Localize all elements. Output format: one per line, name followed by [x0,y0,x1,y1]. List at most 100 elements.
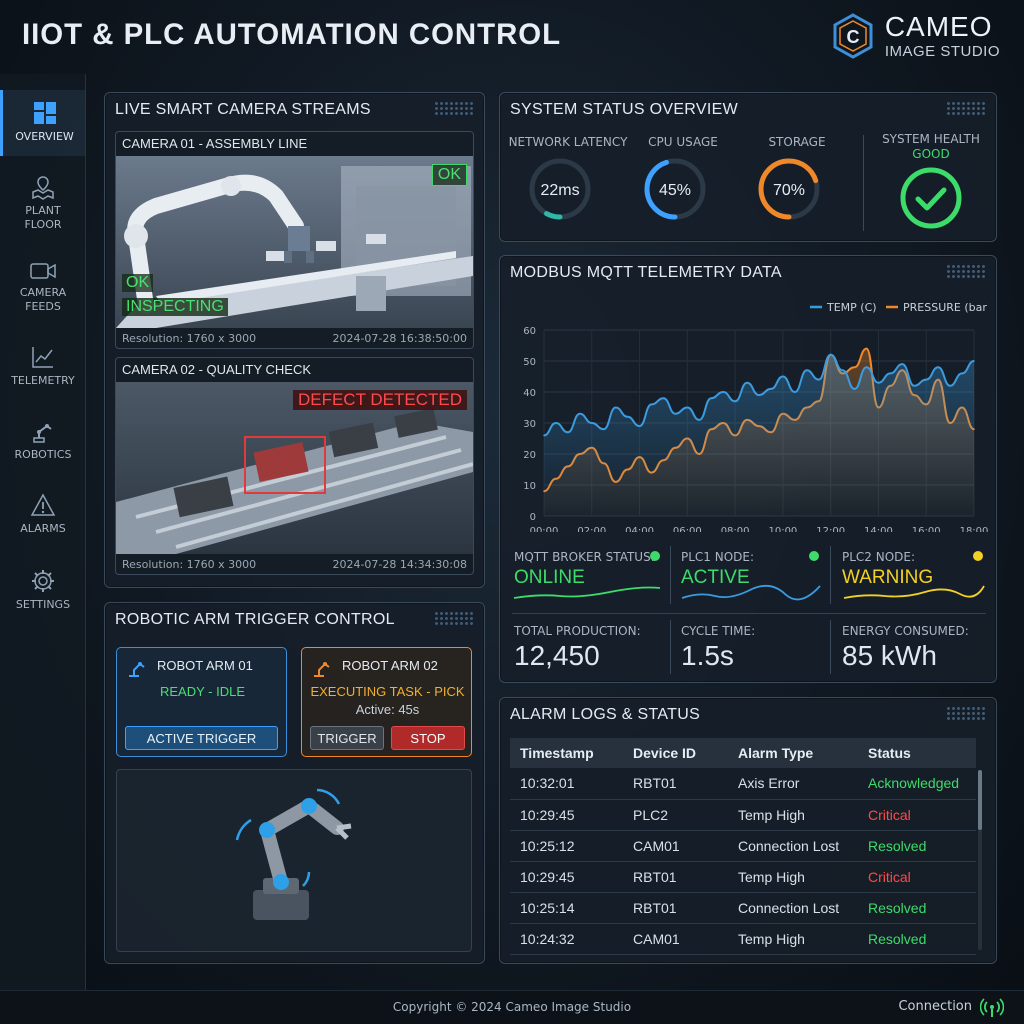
table-row[interactable]: 10:25:12 CAM01 Connection Lost Resolved [510,830,976,862]
plc1-label: PLC1 NODE: [681,550,755,564]
stop-button[interactable]: STOP [391,726,465,750]
plc1-status-dot [809,551,819,561]
check-circle-icon [900,167,962,229]
scrollbar-thumb[interactable] [978,770,982,830]
data-point [590,422,593,424]
sidebar-item-camera-feeds[interactable]: CAMERA FEEDS [0,260,86,330]
timestamp-cell: 10:29:45 [510,799,623,831]
status-cell: Acknowledged [858,768,976,800]
sidebar-item-label: OVERVIEW [15,130,74,143]
data-point [913,385,916,387]
sidebar-item-settings[interactable]: SETTINGS [0,568,86,624]
connection-label[interactable]: Connection [898,999,972,1014]
data-point [865,347,868,350]
robot-arm-visual [116,769,472,952]
x-tick-label: 04:00 [625,526,654,532]
data-point [901,363,904,365]
x-tick-label: 08:00 [721,526,750,532]
panel-dots-decoration [434,101,474,117]
broker-status-label: MQTT BROKER STATUS: [514,550,655,564]
robot-arm-icon [33,424,52,443]
table-row[interactable]: 10:24:32 CAM01 Temp High Resolved [510,923,976,955]
alarm-type-cell: Connection Lost [728,830,858,862]
plc2-label: PLC2 NODE: [842,550,916,564]
data-point [674,412,677,415]
video-camera-icon [30,263,56,279]
table-row[interactable]: 10:29:45 PLC2 Temp High Critical [510,799,976,831]
inspecting-badge: INSPECTING [122,298,228,316]
timestamp-cell: 10:24:32 [510,923,623,955]
status-cell: Resolved [858,830,976,862]
gear-icon [32,570,54,592]
data-point [829,354,832,356]
table-row[interactable]: 10:25:14 RBT01 Connection Lost Resolved [510,892,976,924]
data-point [662,397,665,399]
trigger-button[interactable]: TRIGGER [310,726,384,750]
camera-01-feed[interactable]: CAMERA 01 - ASSEMBLY LINE OK OK INSPECTI… [115,131,474,349]
column-header[interactable]: Alarm Type [728,738,858,768]
data-point [746,381,748,384]
y-tick-label: 30 [523,419,536,430]
column-header[interactable]: Timestamp [510,738,623,768]
table-row[interactable]: 10:32:01 RBT01 Axis Error Acknowledged [510,768,976,800]
x-tick-label: 14:00 [864,526,893,532]
column-header[interactable]: Status [858,738,976,768]
panel-title: ALARM LOGS & STATUS [510,706,701,723]
camera-streams-panel: LIVE SMART CAMERA STREAMS CAMERA 01 - AS… [104,92,485,588]
camera-resolution: Resolution: 1760 x 3000 [122,558,257,571]
timestamp-cell: 10:25:14 [510,892,623,924]
x-tick-label: 10:00 [768,526,797,532]
x-tick-label: 02:00 [577,526,606,532]
data-point [877,381,880,384]
health-label: SYSTEM HEALTH [882,132,980,146]
data-point [602,428,605,430]
data-point [650,403,653,406]
data-point [889,372,892,375]
sidebar-item-plant-floor[interactable]: PLANT FLOOR [0,174,86,244]
logo-main-text: CAMEO [884,11,993,42]
sidebar-item-overview[interactable]: OVERVIEW [0,90,86,156]
data-point [961,372,963,375]
alarm-type-cell: Connection Lost [728,892,858,924]
camera-resolution: Resolution: 1760 x 3000 [122,332,257,345]
alarm-type-cell: Temp High [728,799,858,831]
divider [512,613,986,614]
timestamp-cell: 10:32:01 [510,768,623,800]
robot-state: EXECUTING TASK - PICK [310,684,465,699]
data-point [805,369,808,372]
data-point [555,422,557,424]
data-point [543,434,545,437]
data-point [865,366,868,368]
robot-arm-icon [314,662,330,677]
camera-title: CAMERA 02 - QUALITY CHECK [122,362,312,377]
active-trigger-button[interactable]: ACTIVE TRIGGER [125,726,278,750]
divider [670,620,671,674]
y-tick-label: 0 [530,512,536,523]
robotic-arm-panel: ROBOTIC ARM TRIGGER CONTROL ROBOT ARM 01… [104,602,485,964]
sidebar-item-telemetry[interactable]: TELEMETRY [0,344,86,400]
camera-02-feed[interactable]: CAMERA 02 - QUALITY CHECK DEFECT DETECTE… [115,357,474,575]
robot-arm-illustration [235,788,352,920]
status-gauges: 22ms 45% 70% [529,158,820,220]
data-point [579,412,581,415]
gauge-divider [863,135,864,231]
data-point [770,388,772,390]
warning-icon [30,493,56,516]
table-row[interactable]: 10:29:45 RBT01 Temp High Critical [510,861,976,893]
device-id-cell: RBT01 [623,892,728,924]
plc2-status-dot [973,551,983,561]
scrollbar-track[interactable] [978,770,982,950]
column-header[interactable]: Device ID [623,738,728,768]
data-point [949,385,951,387]
data-point [853,388,856,390]
timestamp-cell: 10:29:45 [510,861,623,893]
data-point [758,394,760,396]
sidebar-item-label: PLANT FLOOR [24,204,62,231]
sidebar-item-robotics[interactable]: ROBOTICS [0,418,86,474]
broker-status-dot [650,551,660,561]
table-header-row: Timestamp Device ID Alarm Type Status [510,738,976,768]
x-tick-label: 06:00 [673,526,702,532]
sidebar-item-label: SETTINGS [15,598,71,611]
camera-title: CAMERA 01 - ASSEMBLY LINE [122,136,308,151]
sidebar-item-alarms[interactable]: ALARMS [0,492,86,548]
